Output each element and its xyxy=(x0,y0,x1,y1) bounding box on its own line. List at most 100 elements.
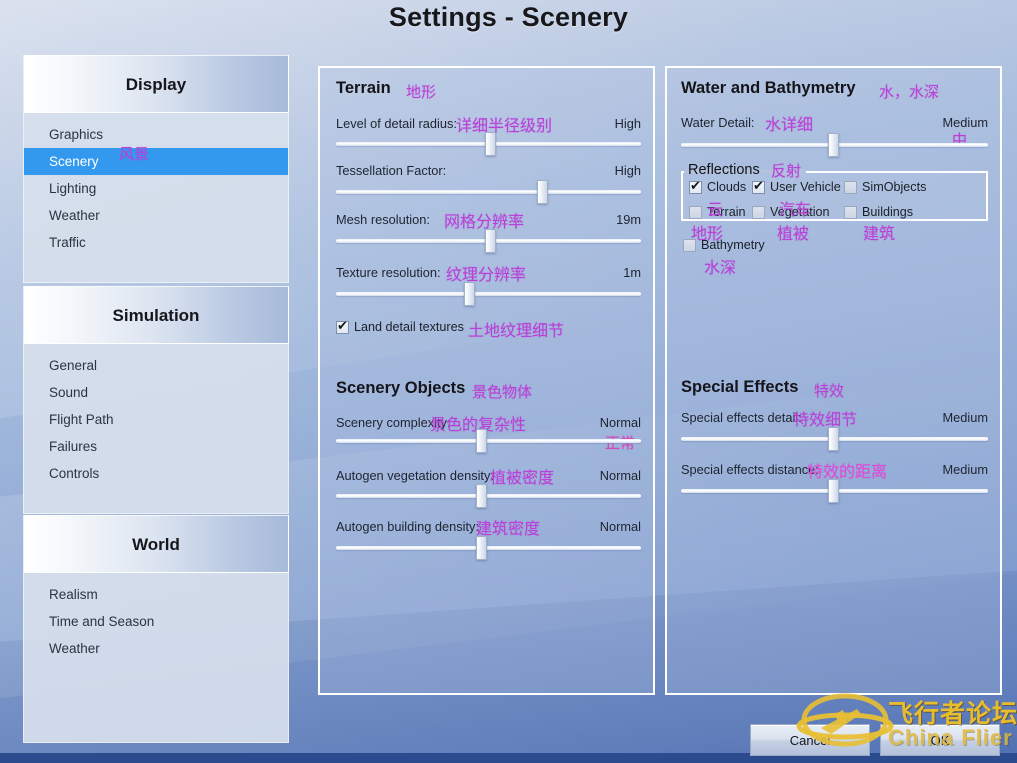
mesh-resolution-value: 19m xyxy=(616,212,641,227)
checkbox-label: Land detail textures xyxy=(354,320,464,334)
autogen-vegetation-label: Autogen vegetation density: xyxy=(336,468,494,483)
sidebar-item-weather[interactable]: Weather xyxy=(24,202,288,229)
lod-radius-slider[interactable] xyxy=(336,132,641,156)
scenery-complexity-slider[interactable] xyxy=(336,429,641,453)
autogen-building-label: Autogen building density: xyxy=(336,519,480,534)
tessellation-value: High xyxy=(614,163,641,178)
special-effects-detail-label: Special effects detail: xyxy=(681,410,802,425)
sidebar-item-label: Weather xyxy=(49,208,100,223)
sidebar-item-lighting[interactable]: Lighting xyxy=(24,175,288,202)
slider-thumb[interactable] xyxy=(537,180,549,204)
reflection-simobjects-checkbox[interactable]: SimObjects xyxy=(844,180,926,194)
reflection-user-vehicle-checkbox[interactable]: User Vehicle xyxy=(752,179,841,194)
autogen-building-slider[interactable] xyxy=(336,536,641,560)
bathymetry-checkbox[interactable]: Bathymetry xyxy=(683,238,765,252)
slider-thumb[interactable] xyxy=(476,536,488,560)
slider-thumb[interactable] xyxy=(476,429,488,453)
special-effects-distance-label: Special effects distance: xyxy=(681,462,819,477)
annotation-buildings: 建筑 xyxy=(863,224,896,243)
tessellation-slider[interactable] xyxy=(336,180,641,204)
ok-button[interactable]: OK xyxy=(880,724,1000,756)
sidebar-item-graphics[interactable]: Graphics xyxy=(24,121,288,148)
land-detail-textures-checkbox[interactable]: Land detail textures xyxy=(336,319,464,334)
tessellation-label: Tessellation Factor: xyxy=(336,163,447,178)
texture-resolution-value: 1m xyxy=(623,265,641,280)
sidebar-item-label: Traffic xyxy=(49,235,86,250)
sidebar-list-world: Realism Time and Season Weather xyxy=(23,572,289,743)
sidebar-item-realism[interactable]: Realism xyxy=(24,581,288,608)
checkbox-label: SimObjects xyxy=(862,180,927,194)
texture-resolution-label: Texture resolution: xyxy=(336,265,441,280)
sidebar-group-display: Display Graphics Scenery Lighting Weathe… xyxy=(23,55,289,283)
annotation-special-effects-distance: 特效的距离 xyxy=(807,462,888,481)
checkbox-indicator[interactable] xyxy=(336,319,349,334)
checkbox-indicator[interactable] xyxy=(752,205,765,219)
special-effects-distance-slider[interactable] xyxy=(681,479,988,503)
slider-thumb[interactable] xyxy=(828,427,840,451)
checkbox-label: Clouds xyxy=(707,180,747,194)
sidebar-group-header-display[interactable]: Display xyxy=(23,55,289,112)
annotation-bathymetry: 水深 xyxy=(704,258,737,277)
reflection-terrain-checkbox[interactable]: Terrain xyxy=(689,205,746,219)
sidebar-item-traffic[interactable]: Traffic xyxy=(24,229,288,256)
sidebar-group-header-simulation[interactable]: Simulation xyxy=(23,286,289,343)
sidebar-item-flight-path[interactable]: Flight Path xyxy=(24,406,288,433)
sidebar-item-label: Failures xyxy=(49,439,98,454)
sidebar-item-label: Graphics xyxy=(49,127,104,142)
sidebar-item-scenery[interactable]: Scenery xyxy=(24,148,288,175)
water-detail-slider[interactable] xyxy=(681,133,988,157)
checkbox-label: Terrain xyxy=(707,205,746,219)
slider-thumb[interactable] xyxy=(828,479,840,503)
annotation-special-effects-title: 特效 xyxy=(814,382,845,400)
scenery-complexity-value: Normal xyxy=(599,415,641,430)
sidebar-item-time-and-season[interactable]: Time and Season xyxy=(24,608,288,635)
checkbox-indicator[interactable] xyxy=(689,205,702,219)
annotation-special-effects-detail: 特效细节 xyxy=(793,410,858,429)
slider-thumb[interactable] xyxy=(464,282,476,306)
sidebar-item-controls[interactable]: Controls xyxy=(24,460,288,487)
sidebar-group-world: World Realism Time and Season Weather xyxy=(23,515,289,743)
checkbox-indicator[interactable] xyxy=(844,180,857,194)
reflection-buildings-checkbox[interactable]: Buildings xyxy=(844,205,913,219)
terrain-panel: Terrain 地形 Level of detail radius: 详细半径级… xyxy=(318,66,655,695)
checkbox-label: User Vehicle xyxy=(770,180,841,194)
mesh-resolution-label: Mesh resolution: xyxy=(336,212,430,227)
slider-track xyxy=(336,494,641,498)
special-effects-detail-slider[interactable] xyxy=(681,427,988,451)
slider-thumb[interactable] xyxy=(828,133,840,157)
sidebar-group-header-world[interactable]: World xyxy=(23,515,289,572)
checkbox-indicator[interactable] xyxy=(689,179,702,194)
annotation-land-detail-textures: 土地纹理细节 xyxy=(468,321,565,340)
mesh-resolution-slider[interactable] xyxy=(336,229,641,253)
checkbox-indicator[interactable] xyxy=(683,238,696,252)
cancel-button[interactable]: Cancel xyxy=(750,724,870,756)
sidebar-item-weather-world[interactable]: Weather xyxy=(24,635,288,662)
water-detail-label: Water Detail: xyxy=(681,115,755,130)
autogen-building-value: Normal xyxy=(599,519,641,534)
water-panel: Water and Bathymetry 水，水深 Water Detail: … xyxy=(665,66,1002,695)
sidebar-item-failures[interactable]: Failures xyxy=(24,433,288,460)
autogen-vegetation-slider[interactable] xyxy=(336,484,641,508)
slider-thumb[interactable] xyxy=(485,132,497,156)
slider-thumb[interactable] xyxy=(485,229,497,253)
checkbox-label: Buildings xyxy=(862,205,914,219)
slider-track xyxy=(336,439,641,443)
sidebar-group-simulation: Simulation General Sound Flight Path Fai… xyxy=(23,286,289,514)
texture-resolution-slider[interactable] xyxy=(336,282,641,306)
reflections-title: Reflections xyxy=(688,162,760,178)
sidebar-item-label: Time and Season xyxy=(49,614,155,629)
autogen-vegetation-value: Normal xyxy=(599,468,641,483)
slider-thumb[interactable] xyxy=(476,484,488,508)
special-effects-section-title: Special Effects xyxy=(681,378,799,396)
annotation-mesh-resolution: 网格分辨率 xyxy=(444,212,525,231)
sidebar-item-label: Flight Path xyxy=(49,412,114,427)
checkbox-indicator[interactable] xyxy=(844,205,857,219)
sidebar-item-general[interactable]: General xyxy=(24,352,288,379)
water-section-title: Water and Bathymetry xyxy=(681,79,856,97)
terrain-section-title: Terrain xyxy=(336,79,391,97)
reflection-clouds-checkbox[interactable]: Clouds xyxy=(689,179,747,194)
sidebar-item-sound[interactable]: Sound xyxy=(24,379,288,406)
checkbox-indicator[interactable] xyxy=(752,179,765,194)
reflection-vegetation-checkbox[interactable]: Vegetation xyxy=(752,205,830,219)
annotation-lod-radius: 详细半径级别 xyxy=(456,116,553,135)
